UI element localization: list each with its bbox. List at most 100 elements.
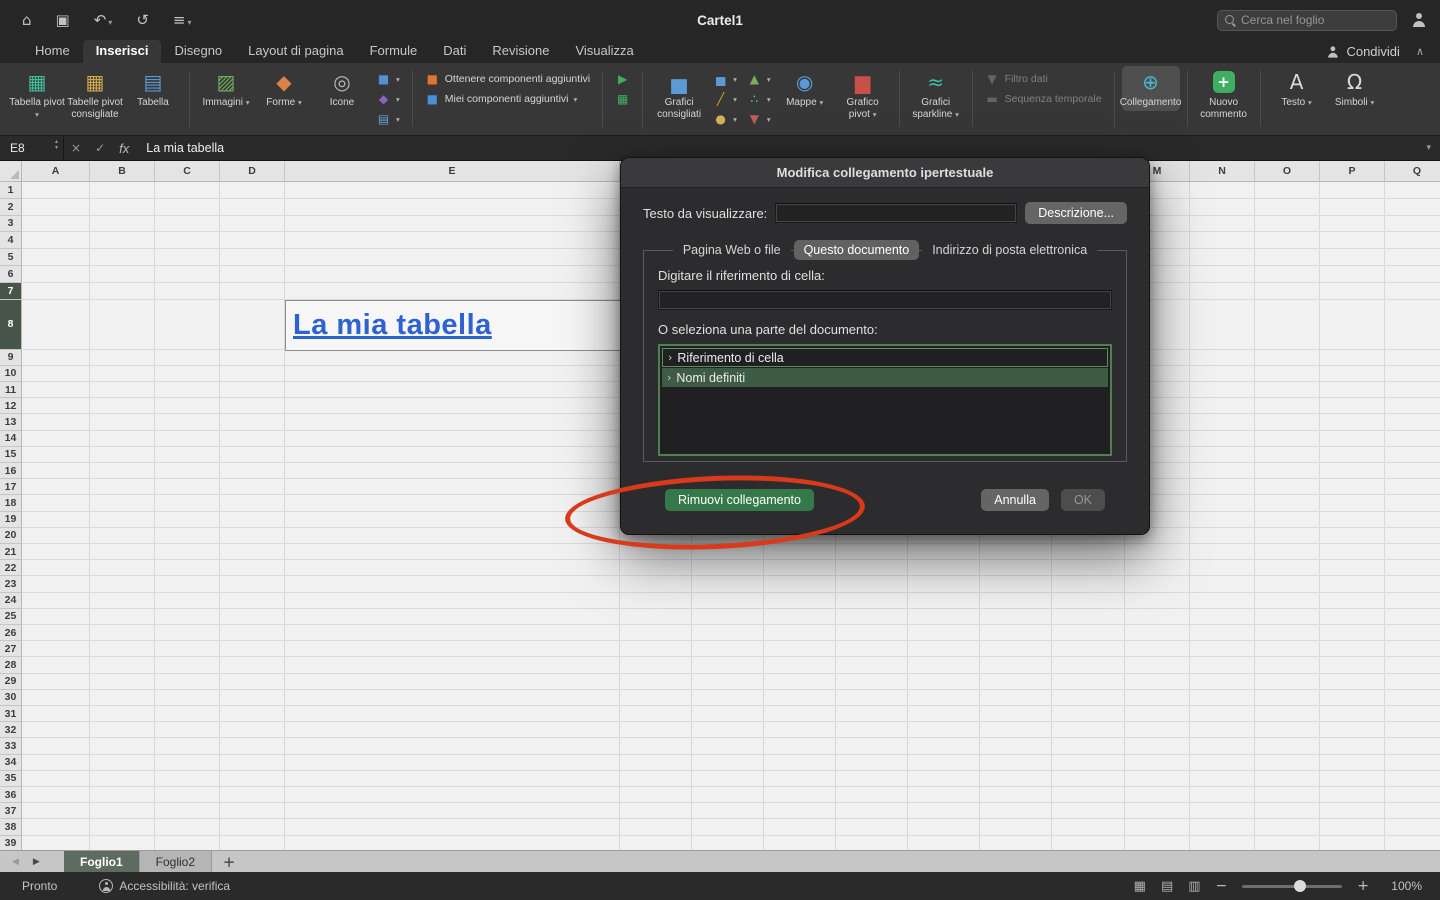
scatter-chart-button[interactable]: ∴▾ xyxy=(744,91,774,107)
display-text-input[interactable] xyxy=(775,203,1017,223)
collapse-ribbon-icon[interactable]: ∧ xyxy=(1416,45,1424,58)
row-header-29[interactable]: 29 xyxy=(0,674,22,690)
row-header-12[interactable]: 12 xyxy=(0,398,22,414)
column-header-p[interactable]: P xyxy=(1320,161,1385,182)
column-chart-button[interactable]: ▅▾ xyxy=(710,71,740,87)
row-header-16[interactable]: 16 xyxy=(0,463,22,479)
column-header-a[interactable]: A xyxy=(22,161,90,182)
row-header-30[interactable]: 30 xyxy=(0,690,22,706)
insert-function-icon[interactable]: fx xyxy=(119,141,129,156)
zoom-in-icon[interactable]: + xyxy=(1357,878,1369,894)
screenshot-button[interactable]: ▤▾ xyxy=(373,111,403,127)
row-header-19[interactable]: 19 xyxy=(0,512,22,528)
row-header-1[interactable]: 1 xyxy=(0,182,22,199)
icone-button[interactable]: ◎Icone xyxy=(313,66,371,111)
grafici-consigliati-button[interactable]: ▅Grafici consigliati xyxy=(650,66,708,123)
row-header-24[interactable]: 24 xyxy=(0,593,22,609)
search-input[interactable] xyxy=(1241,13,1396,27)
testo-button[interactable]: ATesto ▾ xyxy=(1268,66,1326,111)
collegamento-button[interactable]: ⊕Collegamento xyxy=(1122,66,1180,111)
zoom-out-icon[interactable]: − xyxy=(1216,878,1228,894)
add-sheet-button[interactable]: + xyxy=(212,851,246,872)
column-header-q[interactable]: Q xyxy=(1385,161,1440,182)
row-header-32[interactable]: 32 xyxy=(0,722,22,738)
row-header-35[interactable]: 35 xyxy=(0,771,22,787)
tabelle-pivot-consigliate-button[interactable]: ▦Tabelle pivot consigliate xyxy=(66,66,124,123)
tree-item-riferimento-di-cella[interactable]: ›Riferimento di cella xyxy=(662,348,1108,367)
tabella-pivot-button[interactable]: ▦Tabella pivot ▾ xyxy=(8,66,66,123)
dialog-tab-questo-documento[interactable]: Questo documento xyxy=(794,240,920,260)
area-chart-button[interactable]: ▲▾ xyxy=(744,71,774,87)
row-header-13[interactable]: 13 xyxy=(0,414,22,430)
get-addins-button[interactable]: ■Ottenere componenti aggiuntivi xyxy=(422,71,593,87)
row-header-23[interactable]: 23 xyxy=(0,576,22,592)
account-icon[interactable] xyxy=(1411,13,1426,27)
share-button[interactable]: Condividi xyxy=(1325,44,1399,59)
mappe-button[interactable]: ◉Mappe ▾ xyxy=(776,66,834,111)
save-icon[interactable]: ▣ xyxy=(56,13,70,28)
row-header-20[interactable]: 20 xyxy=(0,528,22,544)
tabella-button[interactable]: ▤Tabella xyxy=(124,66,182,111)
row-header-34[interactable]: 34 xyxy=(0,755,22,771)
grafico-pivot-button[interactable]: ▆Grafico pivot ▾ xyxy=(834,66,892,123)
customize-toolbar-icon[interactable]: ≡▾ xyxy=(173,13,192,28)
row-header-26[interactable]: 26 xyxy=(0,625,22,641)
redo-icon[interactable]: ↺ xyxy=(136,13,149,28)
cell-e8[interactable]: La mia tabella xyxy=(285,300,621,351)
column-header-b[interactable]: B xyxy=(90,161,155,182)
data-types-button[interactable]: ▦ xyxy=(612,91,633,107)
cell-e8-hyperlink[interactable]: La mia tabella xyxy=(293,309,492,342)
row-header-10[interactable]: 10 xyxy=(0,366,22,382)
line-chart-button[interactable]: ╱▾ xyxy=(710,91,740,107)
row-header-33[interactable]: 33 xyxy=(0,738,22,754)
ribbon-tab-disegno[interactable]: Disegno xyxy=(161,39,235,63)
sheet-tab-foglio2[interactable]: Foglio2 xyxy=(140,851,212,872)
cancel-entry-icon[interactable]: × xyxy=(71,141,81,155)
name-box-stepper[interactable]: ▴▾ xyxy=(55,139,58,150)
row-header-3[interactable]: 3 xyxy=(0,216,22,233)
row-header-6[interactable]: 6 xyxy=(0,266,22,283)
nuovo-commento-button[interactable]: +Nuovo commento xyxy=(1195,66,1253,123)
next-sheet-icon[interactable]: ▶ xyxy=(33,857,40,867)
column-header-d[interactable]: D xyxy=(220,161,285,182)
row-header-38[interactable]: 38 xyxy=(0,819,22,835)
confirm-entry-icon[interactable]: ✓ xyxy=(95,141,105,155)
row-header-15[interactable]: 15 xyxy=(0,447,22,463)
zoom-level[interactable]: 100% xyxy=(1384,879,1422,893)
description-button[interactable]: Descrizione... xyxy=(1025,202,1127,224)
column-header-n[interactable]: N xyxy=(1190,161,1255,182)
row-header-5[interactable]: 5 xyxy=(0,249,22,266)
ribbon-tab-visualizza[interactable]: Visualizza xyxy=(562,39,646,63)
row-header-22[interactable]: 22 xyxy=(0,560,22,576)
row-header-31[interactable]: 31 xyxy=(0,706,22,722)
formula-value[interactable]: La mia tabella xyxy=(146,141,224,155)
ribbon-tab-formule[interactable]: Formule xyxy=(357,39,431,63)
sheet-tab-foglio1[interactable]: Foglio1 xyxy=(64,851,140,872)
name-box[interactable]: E8 ▴▾ xyxy=(0,136,64,160)
select-all-corner[interactable] xyxy=(0,161,22,182)
dialog-tab-pagina-web-o-file[interactable]: Pagina Web o file xyxy=(673,240,791,260)
normal-view-icon[interactable]: ▦ xyxy=(1134,879,1146,894)
waterfall-chart-button[interactable]: ▼▾ xyxy=(744,111,774,127)
ribbon-tab-inserisci[interactable]: Inserisci xyxy=(83,39,162,63)
zoom-slider-thumb[interactable] xyxy=(1294,880,1306,892)
row-header-8[interactable]: 8 xyxy=(0,300,22,350)
my-addins-button[interactable]: ■Miei componenti aggiuntivi▾ xyxy=(422,91,593,107)
smartart-button[interactable]: ◆▾ xyxy=(373,91,403,107)
search-box[interactable] xyxy=(1217,10,1397,31)
remove-link-button[interactable]: Rimuovi collegamento xyxy=(665,489,814,511)
3d-models-button[interactable]: ■▾ xyxy=(373,71,403,87)
row-header-7[interactable]: 7 xyxy=(0,283,22,300)
tree-item-nomi-definiti[interactable]: ›Nomi definiti xyxy=(662,368,1108,387)
row-header-37[interactable]: 37 xyxy=(0,803,22,819)
ribbon-tab-dati[interactable]: Dati xyxy=(430,39,479,63)
simboli-button[interactable]: ΩSimboli ▾ xyxy=(1326,66,1384,111)
prev-sheet-icon[interactable]: ◀ xyxy=(12,857,19,867)
cell-reference-input[interactable] xyxy=(658,290,1112,310)
row-header-28[interactable]: 28 xyxy=(0,657,22,673)
page-break-view-icon[interactable]: ▥ xyxy=(1188,879,1200,894)
undo-icon[interactable]: ↶▾ xyxy=(94,13,113,28)
ribbon-tab-layout-di-pagina[interactable]: Layout di pagina xyxy=(235,39,356,63)
row-header-17[interactable]: 17 xyxy=(0,479,22,495)
row-header-11[interactable]: 11 xyxy=(0,382,22,398)
